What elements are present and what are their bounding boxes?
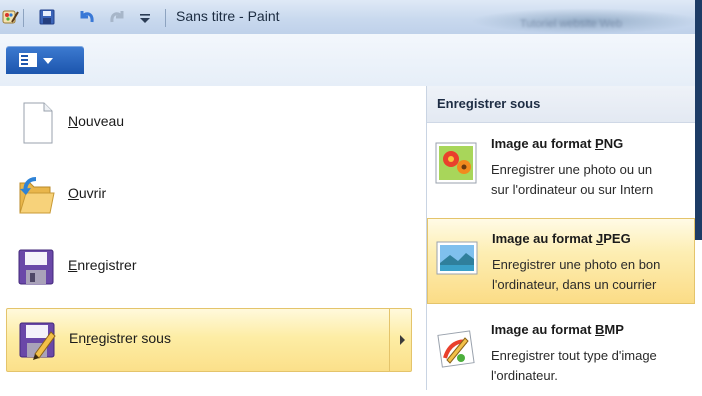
qa-separator	[23, 9, 24, 27]
submenu-item-title: Image au format JPEG	[492, 231, 631, 246]
open-folder-icon	[19, 177, 55, 214]
submenu-header: Enregistrer sous	[427, 86, 695, 123]
submenu-arrow[interactable]	[389, 309, 418, 371]
submenu-item-title: Image au format PNG	[491, 136, 624, 151]
ribbon	[0, 34, 702, 87]
undo-icon[interactable]	[78, 8, 96, 26]
submenu-item-png[interactable]: Image au format PNG Enregistrer une phot…	[427, 124, 695, 210]
app-menu-icon	[19, 53, 37, 67]
png-flower-icon	[435, 142, 477, 184]
app-menu: Nouveau Ouvrir Enregistrer Enregistrer s…	[0, 86, 426, 390]
menu-item-label: Nouveau	[68, 113, 125, 129]
save-as-submenu: Enregistrer sous Image au format PNG Enr…	[427, 86, 695, 390]
submenu-item-jpeg[interactable]: Image au format JPEG Enregistrer une pho…	[427, 218, 695, 304]
bmp-paint-icon	[437, 330, 475, 368]
submenu-item-description: l'ordinateur.	[491, 368, 558, 383]
qa-separator-2	[165, 9, 166, 27]
chevron-down-icon	[43, 58, 53, 64]
customize-dropdown-icon[interactable]	[136, 8, 154, 26]
submenu-item-description: Enregistrer tout type d'image	[491, 348, 657, 363]
app-menu-button[interactable]	[6, 46, 84, 74]
jpeg-landscape-icon	[436, 241, 478, 275]
menu-item-label: Enregistrer sous	[69, 330, 171, 346]
redo-icon[interactable]	[108, 8, 126, 26]
window-edge	[695, 0, 702, 240]
submenu-title: Enregistrer sous	[437, 96, 541, 111]
menu-item-new[interactable]: Nouveau	[6, 92, 410, 154]
menu-item-label: Enregistrer	[68, 257, 137, 273]
menu-item-save-as[interactable]: Enregistrer sous	[6, 308, 412, 372]
paint-logo-icon[interactable]	[2, 8, 20, 26]
new-document-icon	[23, 102, 53, 144]
menu-item-label: Ouvrir	[68, 185, 107, 201]
submenu-item-bmp[interactable]: Image au format BMP Enregistrer tout typ…	[427, 310, 695, 396]
menu-item-open[interactable]: Ouvrir	[6, 164, 410, 226]
blurred-title-text: Tutoriel website Web	[520, 18, 623, 30]
submenu-item-description: Enregistrer une photo en bon	[492, 257, 661, 272]
save-as-icon	[19, 322, 56, 360]
chevron-right-icon	[400, 335, 405, 345]
submenu-item-description: l'ordinateur, dans un courrier	[492, 277, 657, 292]
title-bar: Tutoriel website Web Sans titre - Paint	[0, 0, 702, 34]
window-title: Sans titre - Paint	[176, 8, 280, 24]
submenu-item-title: Image au format BMP	[491, 322, 624, 337]
save-disk-icon	[18, 249, 54, 285]
submenu-item-description: sur l'ordinateur ou sur Intern	[491, 182, 654, 197]
menu-item-save[interactable]: Enregistrer	[6, 236, 410, 298]
save-icon[interactable]	[38, 8, 56, 26]
submenu-item-description: Enregistrer une photo ou un	[491, 162, 653, 177]
